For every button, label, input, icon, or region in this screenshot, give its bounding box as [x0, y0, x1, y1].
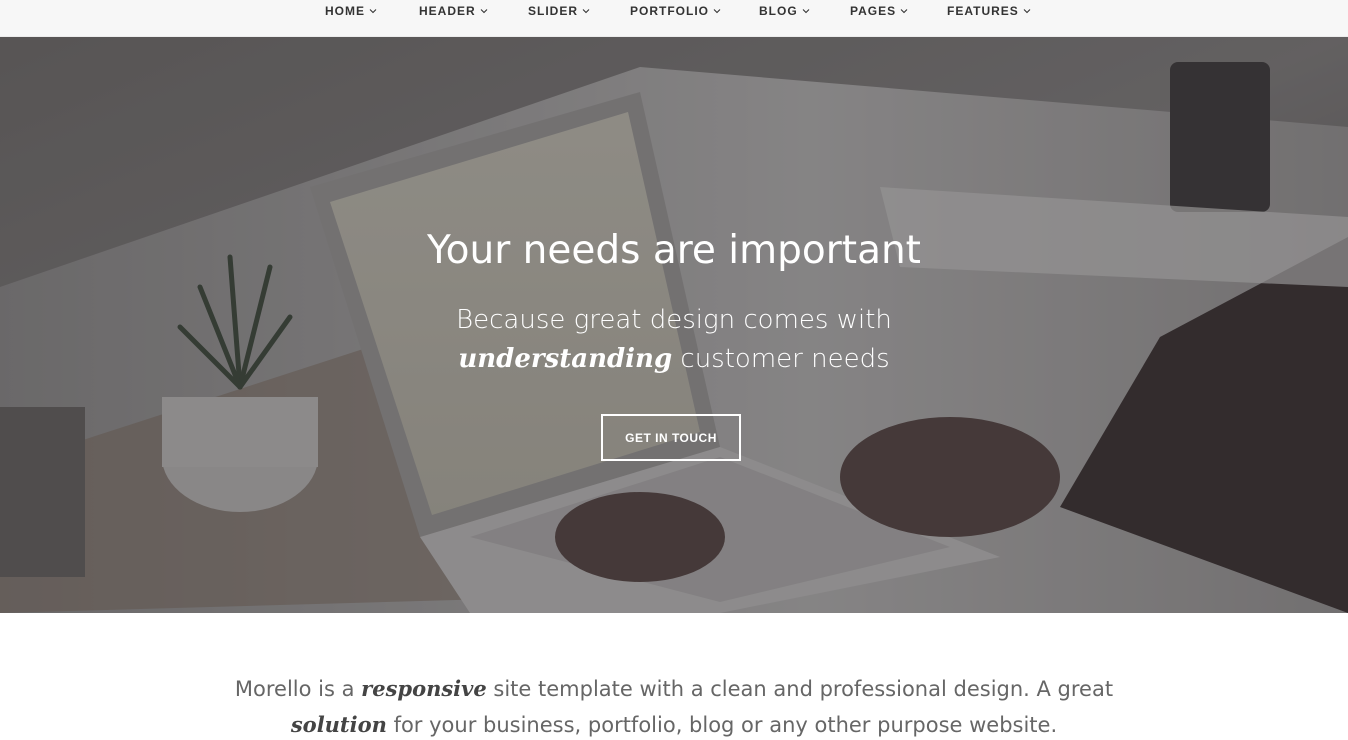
chevron-down-icon	[1023, 7, 1031, 15]
nav-item-label: HEADER	[419, 4, 476, 18]
hero-subtitle-line1: Because great design comes with	[456, 305, 892, 335]
intro-text-part2: site template with a clean and professio…	[486, 677, 1114, 701]
nav-item-label: HOME	[325, 4, 365, 18]
hero-title: Your needs are important	[427, 228, 921, 273]
nav-item-slider[interactable]: SLIDER	[528, 3, 590, 19]
intro-emphasis-solution: solution	[290, 712, 387, 737]
nav-item-label: FEATURES	[947, 4, 1019, 18]
hero-subtitle: Because great design comes with understa…	[0, 301, 1348, 379]
intro-text-part1: Morello is a	[234, 677, 362, 701]
nav-item-features[interactable]: FEATURES	[947, 3, 1031, 19]
intro-paragraph: Morello is a responsive site template wi…	[0, 671, 1348, 740]
hero-section: Your needs are important Because great d…	[0, 37, 1348, 613]
nav-item-label: SLIDER	[528, 4, 579, 18]
nav-item-pages[interactable]: PAGES	[850, 3, 908, 19]
nav-item-label: PAGES	[850, 4, 897, 18]
chevron-down-icon	[802, 7, 810, 15]
nav-item-header[interactable]: HEADER	[419, 3, 488, 19]
chevron-down-icon	[713, 7, 721, 15]
hero-subtitle-line2: customer needs	[672, 344, 890, 374]
chevron-down-icon	[582, 7, 590, 15]
nav-item-home[interactable]: HOME	[325, 3, 377, 19]
chevron-down-icon	[480, 7, 488, 15]
intro-text-part3: for your business, portfolio, blog or an…	[386, 713, 1058, 737]
get-in-touch-button[interactable]: GET IN TOUCH	[601, 414, 741, 461]
nav-item-label: BLOG	[759, 4, 798, 18]
intro-emphasis-responsive: responsive	[361, 676, 487, 701]
nav-item-label: PORTFOLIO	[630, 4, 709, 18]
main-navigation: HOME HEADER SLIDER PORTFOLIO BLOG PAGES …	[0, 0, 1348, 37]
hero-subtitle-emphasis: understanding	[458, 344, 673, 374]
chevron-down-icon	[900, 7, 908, 15]
nav-menu: HOME HEADER SLIDER PORTFOLIO BLOG PAGES …	[0, 0, 1348, 37]
nav-item-blog[interactable]: BLOG	[759, 3, 810, 19]
nav-item-portfolio[interactable]: PORTFOLIO	[630, 3, 721, 19]
chevron-down-icon	[369, 7, 377, 15]
